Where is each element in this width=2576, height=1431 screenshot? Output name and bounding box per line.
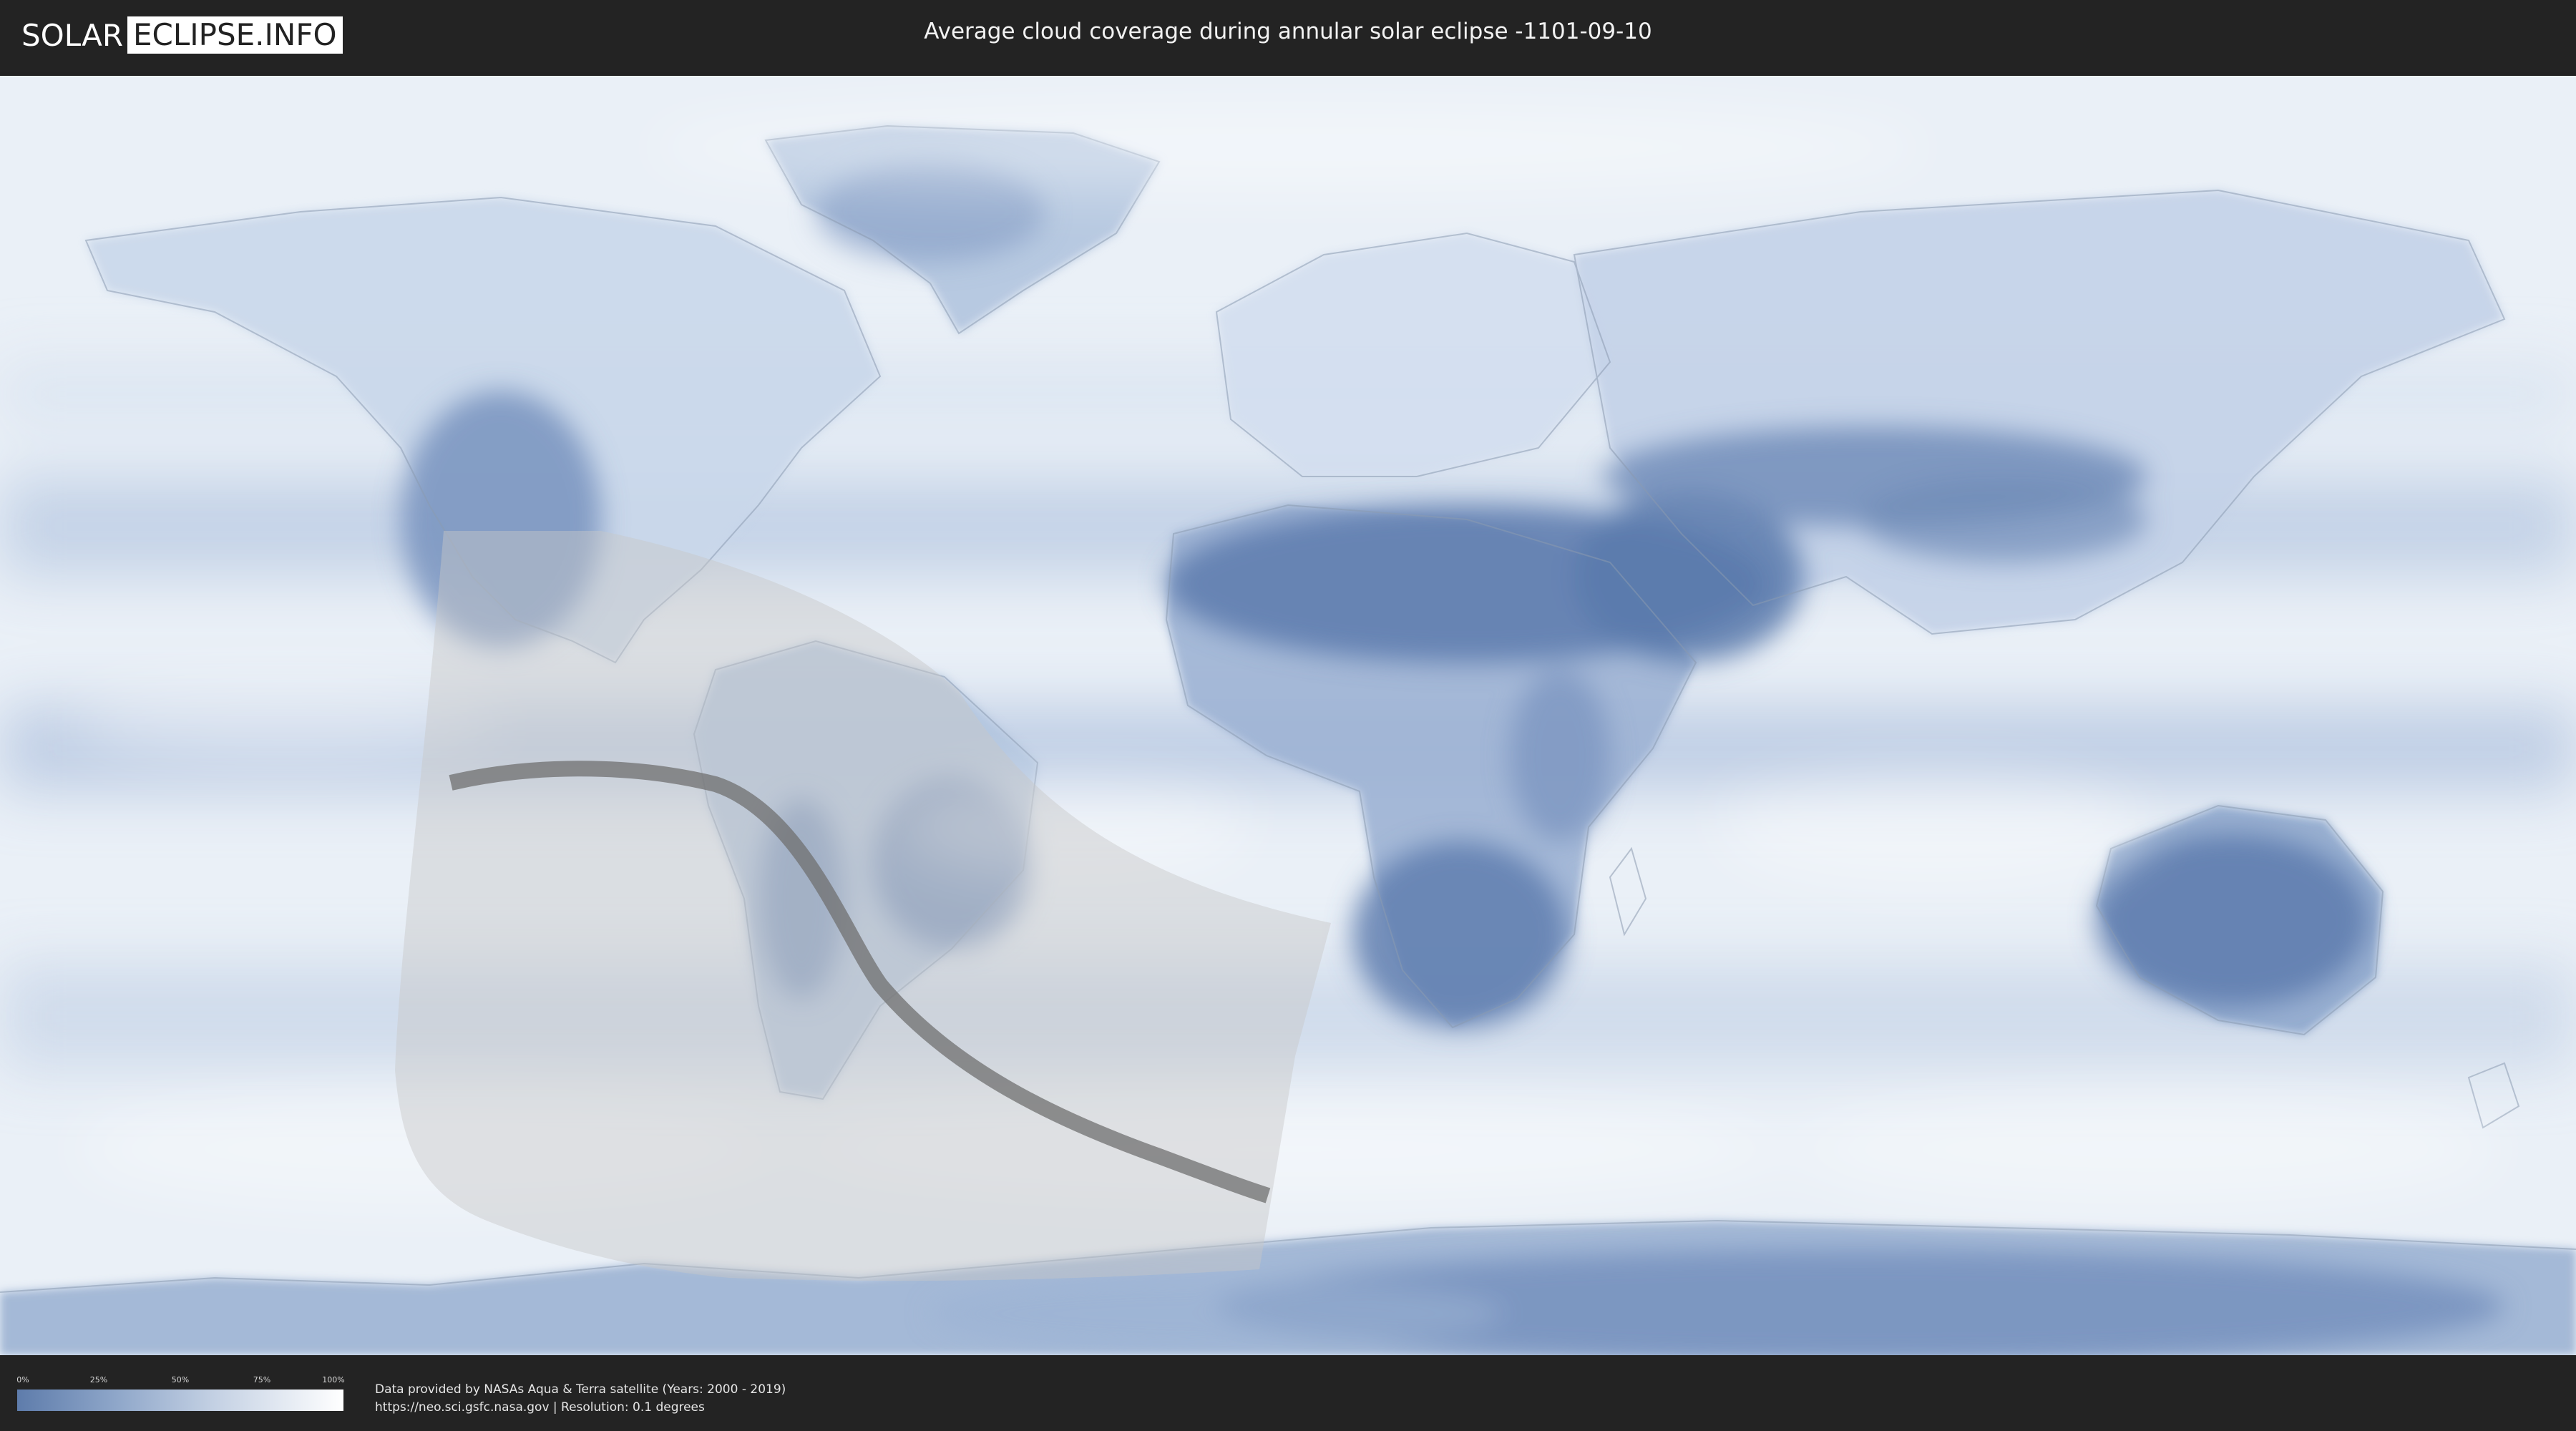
- app-root: SOLAR ECLIPSE.INFO Average cloud coverag…: [0, 0, 2576, 1431]
- world-map-svg: [0, 76, 2576, 1355]
- footer-bar: 0% 25% 50% 75% 100% Data provided by NAS…: [0, 1357, 2576, 1431]
- data-credits: Data provided by NASAs Aqua & Terra sate…: [375, 1381, 786, 1417]
- cloud-coverage-legend: 0% 25% 50% 75% 100%: [16, 1375, 345, 1418]
- legend-tick-75: 75%: [253, 1375, 271, 1384]
- page-title: Average cloud coverage during annular so…: [924, 19, 1652, 44]
- credit-line-source: Data provided by NASAs Aqua & Terra sate…: [375, 1382, 786, 1397]
- credit-line-url: https://neo.sci.gsfc.nasa.gov | Resoluti…: [375, 1400, 705, 1415]
- legend-tick-0: 0%: [16, 1375, 29, 1384]
- legend-tick-50: 50%: [171, 1375, 190, 1384]
- legend-tick-100: 100%: [322, 1375, 345, 1384]
- header-bar: SOLAR ECLIPSE.INFO Average cloud coverag…: [0, 0, 2576, 72]
- cloud-coverage-map: [0, 76, 2576, 1355]
- legend-tick-25: 25%: [89, 1375, 108, 1384]
- legend-gradient-bar: [17, 1390, 343, 1411]
